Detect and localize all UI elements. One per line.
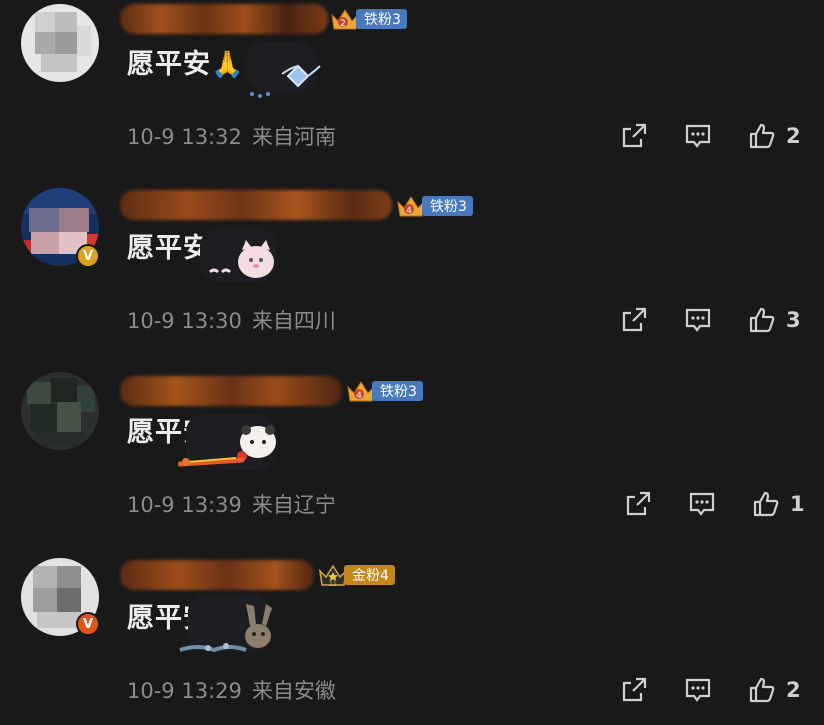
like-count: 3 xyxy=(786,308,801,332)
comment-time: 10-9 13:29 xyxy=(127,679,242,703)
comment-location: 来自辽宁 xyxy=(251,493,336,517)
thumbs-up-icon xyxy=(749,123,775,149)
comment-item: 2 铁粉3 愿平安🙏 10-9 13:32 来自河南 2 xyxy=(0,0,824,180)
comment-button[interactable] xyxy=(688,488,716,520)
comment-text: 愿平安 xyxy=(127,233,211,264)
fan-badge[interactable]: 2 铁粉3 xyxy=(330,7,407,31)
like-count: 1 xyxy=(790,492,805,516)
comment-time: 10-9 13:30 xyxy=(127,309,242,333)
bear-sticker-icon xyxy=(178,414,276,470)
diamond-sticker-icon xyxy=(246,42,321,98)
like-button[interactable]: 1 xyxy=(752,488,805,520)
fan-badge-label: 铁粉3 xyxy=(422,196,473,216)
share-icon xyxy=(622,123,647,148)
svg-text:11: 11 xyxy=(329,581,337,587)
username-blurred[interactable] xyxy=(120,4,328,34)
comment-list: 2 铁粉3 愿平安🙏 10-9 13:32 来自河南 2 V 4 铁粉3 愿平安… xyxy=(0,0,824,725)
share-icon xyxy=(626,491,651,516)
avatar-mosaic xyxy=(21,372,99,450)
share-button[interactable] xyxy=(620,674,648,706)
comment-location: 来自四川 xyxy=(251,309,336,333)
comment-item: V 4 铁粉3 愿平安 10-9 13:30 来自四川 3 xyxy=(0,184,824,364)
comment-text: 愿平安🙏 xyxy=(127,49,245,80)
comment-time: 10-9 13:32 xyxy=(127,125,242,149)
comment-button[interactable] xyxy=(684,304,712,336)
fan-badge-label: 铁粉3 xyxy=(356,9,407,29)
comment-item: 4 铁粉3 愿平安 10-9 13:39 来自辽宁 1 xyxy=(0,368,824,548)
fan-badge-label: 铁粉3 xyxy=(372,381,423,401)
share-button[interactable] xyxy=(620,120,648,152)
comment-icon xyxy=(689,492,715,516)
like-button[interactable]: 2 xyxy=(748,120,801,152)
comment-time: 10-9 13:39 xyxy=(127,493,242,517)
comment-item: V 11 金粉4 愿平安 10-9 13:29 来自安徽 2 xyxy=(0,554,824,725)
rabbit-sticker-icon xyxy=(179,594,272,653)
share-icon xyxy=(622,677,647,702)
share-button[interactable] xyxy=(620,304,648,336)
avatar-mosaic xyxy=(21,4,99,82)
comment-location: 来自安徽 xyxy=(251,679,336,703)
fan-badge[interactable]: 4 铁粉3 xyxy=(396,194,473,218)
like-button[interactable]: 2 xyxy=(748,674,801,706)
username-blurred[interactable] xyxy=(120,190,392,220)
thumbs-up-icon xyxy=(749,677,775,703)
comment-icon xyxy=(685,124,711,148)
like-count: 2 xyxy=(786,124,801,148)
verified-badge: V xyxy=(76,612,100,636)
verified-badge: V xyxy=(76,244,100,268)
comment-icon xyxy=(685,308,711,332)
like-count: 2 xyxy=(786,678,801,702)
comment-button[interactable] xyxy=(684,674,712,706)
comment-meta: 10-9 13:29 来自安徽 xyxy=(127,675,336,705)
cat-sticker-icon xyxy=(200,228,276,282)
comment-meta: 10-9 13:32 来自河南 xyxy=(127,121,336,151)
fan-badge-label: 金粉4 xyxy=(344,565,395,585)
avatar[interactable] xyxy=(21,4,99,82)
svg-text:4: 4 xyxy=(406,206,412,216)
fan-badge[interactable]: 11 金粉4 xyxy=(318,563,395,587)
svg-text:4: 4 xyxy=(356,391,362,401)
comment-meta: 10-9 13:39 来自辽宁 xyxy=(127,489,336,519)
username-blurred[interactable] xyxy=(120,376,342,406)
comment-button[interactable] xyxy=(684,120,712,152)
svg-text:2: 2 xyxy=(340,19,346,29)
share-button[interactable] xyxy=(624,488,652,520)
username-blurred[interactable] xyxy=(120,560,314,590)
comment-meta: 10-9 13:30 来自四川 xyxy=(127,305,336,335)
pray-emoji: 🙏 xyxy=(211,50,245,80)
fan-badge[interactable]: 4 铁粉3 xyxy=(346,379,423,403)
share-icon xyxy=(622,307,647,332)
comment-location: 来自河南 xyxy=(251,125,336,149)
like-button[interactable]: 3 xyxy=(748,304,801,336)
thumbs-up-icon xyxy=(749,307,775,333)
avatar[interactable] xyxy=(21,372,99,450)
thumbs-up-icon xyxy=(753,491,779,517)
comment-icon xyxy=(685,678,711,702)
